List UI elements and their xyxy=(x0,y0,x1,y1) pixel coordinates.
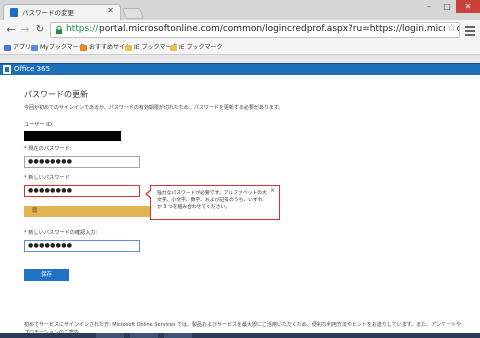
taskbar-item[interactable] xyxy=(130,333,158,338)
new-tab-button[interactable] xyxy=(121,8,145,19)
tooltip-text: 強力なパスワードが必要です。アルファベットの大文字、小文字、数字、および記号のう… xyxy=(157,191,267,210)
folder-icon xyxy=(170,44,177,51)
maximize-icon[interactable]: □ xyxy=(438,0,456,13)
intro-text: 今回が初めてのサインインであるか、パスワードの有効期限が切れたため、パスワードを… xyxy=(24,105,284,111)
lock-icon xyxy=(56,26,62,34)
bookmark-my[interactable]: Myブックマーク xyxy=(31,42,85,53)
bookmark-apps[interactable]: アプリ xyxy=(4,42,31,53)
apps-icon xyxy=(4,44,11,51)
confirm-password-label-text: 新しいパスワードの確認入力: xyxy=(28,230,98,236)
tooltip-close-icon[interactable]: × xyxy=(270,187,275,194)
bookmark-star-icon[interactable]: ☆ xyxy=(445,23,456,34)
save-button[interactable]: 保存 xyxy=(24,269,69,281)
url-text: portal.microsoftonline.com/common/loginc… xyxy=(99,24,459,34)
bookmarks-bar: アプリ Myブックマーク おすすめサイト IE ブックマーク IE ブックマーク xyxy=(0,40,480,55)
current-password-label-text: 現在のパスワード: xyxy=(28,146,72,152)
folder-icon xyxy=(125,44,132,51)
browser-chrome: パスワードの変更 ✕ – □ ✕ ← → ↻ https:// portal.m… xyxy=(0,0,480,63)
address-bar[interactable]: https:// portal.microsoftonline.com/comm… xyxy=(50,22,460,38)
new-password-label-text: 新しいパスワード xyxy=(28,175,70,181)
tab-strip: パスワードの変更 ✕ – □ ✕ xyxy=(0,0,480,20)
new-password-label: * 新しいパスワード xyxy=(24,174,70,181)
page-title: パスワードの更新 xyxy=(24,90,88,99)
userid-redacted xyxy=(24,131,121,141)
new-password-field[interactable]: ●●●●●●●● xyxy=(24,185,140,197)
tab-close-icon[interactable]: ✕ xyxy=(107,6,114,15)
reload-icon[interactable]: ↻ xyxy=(33,23,47,37)
bookmark-label: アプリ xyxy=(13,44,32,51)
bookmark-ie-2[interactable]: IE ブックマーク xyxy=(170,42,222,53)
back-arrow-icon[interactable]: ← xyxy=(4,23,18,37)
office365-header: Office 365 xyxy=(0,63,480,75)
tab-title: パスワードの変更 xyxy=(22,9,74,17)
browser-tab[interactable]: パスワードの変更 ✕ xyxy=(3,4,121,20)
window-close-icon[interactable]: ✕ xyxy=(456,0,480,13)
recommended-icon xyxy=(80,44,87,51)
office365-name[interactable]: Office 365 xyxy=(14,64,50,75)
taskbar-item[interactable] xyxy=(164,333,192,338)
taskbar-item[interactable] xyxy=(96,333,124,338)
office-favicon-icon xyxy=(10,8,18,17)
tooltip-arrow-inner xyxy=(147,190,152,198)
browser-menu-icon[interactable] xyxy=(464,24,476,36)
bookmark-recommended[interactable]: おすすめサイト xyxy=(80,42,131,53)
current-password-field[interactable]: ●●●●●●●● xyxy=(24,156,140,168)
url-scheme: https:// xyxy=(66,24,99,34)
bookmark-label: Myブックマーク xyxy=(40,44,85,51)
userid-label: ユーザー ID: xyxy=(24,122,54,128)
minimize-icon[interactable]: – xyxy=(420,0,438,13)
forward-arrow-icon[interactable]: → xyxy=(18,23,32,37)
bookmark-label: IE ブックマーク xyxy=(179,44,223,51)
password-requirement-tooltip: 強力なパスワードが必要です。アルファベットの大文字、小文字、数字、および記号のう… xyxy=(145,185,280,220)
bookmark-page-icon xyxy=(31,44,38,51)
taskbar xyxy=(0,333,480,338)
office365-logo-icon xyxy=(3,65,11,74)
browser-toolbar: ← → ↻ https:// portal.microsoftonline.co… xyxy=(0,20,480,40)
current-password-label: * 現在のパスワード: xyxy=(24,145,72,152)
confirm-password-label: * 新しいパスワードの確認入力: xyxy=(24,229,97,236)
confirm-password-field[interactable]: ●●●●●●●● xyxy=(24,240,140,252)
